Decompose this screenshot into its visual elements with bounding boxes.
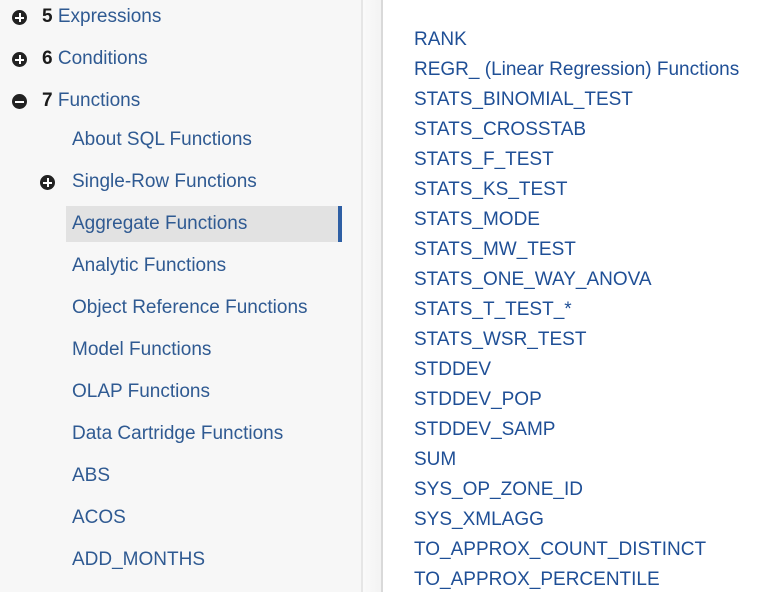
function-link[interactable]: RANK bbox=[414, 26, 467, 54]
toc-item-model-functions[interactable]: Model Functions bbox=[72, 334, 211, 366]
function-link[interactable]: STDDEV_POP bbox=[414, 386, 542, 414]
function-link[interactable]: STATS_ONE_WAY_ANOVA bbox=[414, 266, 652, 294]
toc-item-add-months[interactable]: ADD_MONTHS bbox=[72, 544, 205, 576]
toc-item-data-cartridge-functions[interactable]: Data Cartridge Functions bbox=[72, 418, 283, 450]
collapse-minus-icon[interactable] bbox=[12, 94, 27, 109]
function-link[interactable]: SUM bbox=[414, 446, 456, 474]
function-link[interactable]: TO_APPROX_COUNT_DISTINCT bbox=[414, 536, 706, 564]
expand-plus-icon[interactable] bbox=[12, 52, 27, 67]
toc-item-single-row-functions[interactable]: Single-Row Functions bbox=[40, 166, 330, 198]
function-link[interactable]: STATS_WSR_TEST bbox=[414, 326, 586, 354]
toc-item-object-reference-functions[interactable]: Object Reference Functions bbox=[72, 292, 308, 324]
function-link[interactable]: REGR_ (Linear Regression) Functions bbox=[414, 56, 739, 84]
toc-item-label: ADD_MONTHS bbox=[72, 549, 206, 570]
expand-plus-icon[interactable] bbox=[40, 175, 55, 190]
toc-item-label: ACOS bbox=[72, 507, 126, 528]
toc-item-analytic-functions[interactable]: Analytic Functions bbox=[72, 250, 226, 282]
toc-item-label: Single-Row Functions bbox=[72, 171, 257, 192]
toc-item-label: Aggregate Functions bbox=[72, 213, 248, 234]
toc-item-abs[interactable]: ABS bbox=[72, 460, 110, 492]
function-link[interactable]: STDDEV_SAMP bbox=[414, 416, 555, 444]
section-number: 7 bbox=[42, 90, 53, 111]
function-link[interactable]: STATS_MODE bbox=[414, 206, 540, 234]
function-link[interactable]: STDDEV bbox=[414, 356, 491, 384]
selection-indicator bbox=[338, 206, 342, 242]
function-link[interactable]: STATS_KS_TEST bbox=[414, 176, 567, 204]
toc-item-aggregate-functions[interactable]: Aggregate Functions bbox=[66, 206, 338, 242]
function-link[interactable]: STATS_F_TEST bbox=[414, 146, 554, 174]
toc-item-label: Object Reference Functions bbox=[72, 297, 308, 318]
function-link[interactable]: SYS_OP_ZONE_ID bbox=[414, 476, 583, 504]
section-number: 6 bbox=[42, 48, 53, 69]
section-number: 5 bbox=[42, 6, 53, 27]
expand-plus-icon[interactable] bbox=[12, 10, 27, 25]
section-label: Expressions bbox=[57, 6, 162, 27]
toc-item-label: OLAP Functions bbox=[72, 381, 211, 402]
toc-sidebar: 5 Expressions 6 Conditions 7 Functions A… bbox=[0, 0, 362, 592]
section-label: Conditions bbox=[57, 48, 148, 69]
function-link[interactable]: STATS_CROSSTAB bbox=[414, 116, 586, 144]
toc-item-label: Data Cartridge Functions bbox=[72, 423, 284, 444]
toc-item-acos[interactable]: ACOS bbox=[72, 502, 126, 534]
function-link[interactable]: STATS_T_TEST_* bbox=[414, 296, 572, 324]
function-link[interactable]: STATS_BINOMIAL_TEST bbox=[414, 86, 633, 114]
function-link[interactable]: SYS_XMLAGG bbox=[414, 506, 544, 534]
function-link[interactable]: TO_APPROX_PERCENTILE bbox=[414, 566, 660, 592]
toc-item-about-sql-functions[interactable]: About SQL Functions bbox=[72, 124, 252, 156]
function-link[interactable]: STATS_MW_TEST bbox=[414, 236, 576, 264]
toc-item-label: About SQL Functions bbox=[72, 129, 252, 150]
toc-item-label: ABS bbox=[72, 465, 111, 486]
toc-item-label: Model Functions bbox=[72, 339, 212, 360]
pane-splitter[interactable] bbox=[361, 0, 383, 592]
section-label: Functions bbox=[57, 90, 141, 111]
toc-item-olap-functions[interactable]: OLAP Functions bbox=[72, 376, 210, 408]
function-list: RANK REGR_ (Linear Regression) Functions… bbox=[414, 0, 760, 592]
toc-item-label: Analytic Functions bbox=[72, 255, 227, 276]
